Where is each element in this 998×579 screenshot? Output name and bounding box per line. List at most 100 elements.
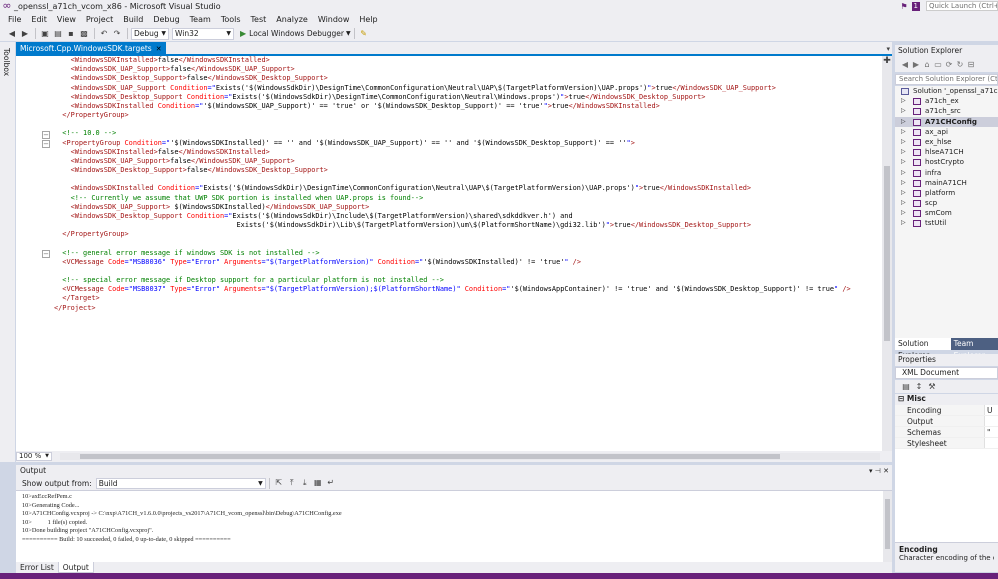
sync-icon[interactable]: ⟳ <box>944 59 954 71</box>
save-icon[interactable]: ▪ <box>65 28 77 40</box>
property-category[interactable]: ⊟ Misc <box>895 394 998 405</box>
project-node[interactable]: ▷ A71CHConfig <box>895 116 998 127</box>
property-row[interactable]: Encoding U <box>895 404 998 416</box>
home-icon[interactable]: ⌂ <box>922 59 932 71</box>
tab-error-list[interactable]: Error List <box>16 562 58 573</box>
code-editor[interactable]: − − − <WindowsSDKInstalled>false</Window… <box>16 56 882 451</box>
tab-output[interactable]: Output <box>57 562 94 573</box>
categorized-icon[interactable]: ▤ <box>900 381 912 393</box>
menu-window[interactable]: Window <box>313 15 355 24</box>
menu-edit[interactable]: Edit <box>26 15 52 24</box>
zoom-select[interactable]: 100 % ▼ <box>16 452 52 461</box>
expand-icon[interactable]: ▷ <box>901 178 906 188</box>
property-row[interactable]: Schemas " <box>895 426 998 438</box>
editor-vertical-scrollbar[interactable]: ✚ <box>882 56 892 451</box>
project-node[interactable]: ▷ scp <box>895 198 998 208</box>
property-row[interactable]: Stylesheet <box>895 437 998 449</box>
feedback-flag-icon[interactable]: ⚑ <box>901 2 909 11</box>
split-editor-icon[interactable]: ✚ <box>882 56 892 66</box>
output-source-select[interactable]: Build ▼ <box>95 477 266 489</box>
expand-icon[interactable]: ▷ <box>901 96 906 106</box>
browser-link-icon[interactable]: ✎ <box>358 28 370 40</box>
close-icon[interactable]: ✕ <box>156 42 162 56</box>
expand-icon[interactable]: ▷ <box>901 106 906 116</box>
pin-icon[interactable]: ⊣ <box>875 467 881 475</box>
expand-icon[interactable]: ▷ <box>901 218 906 228</box>
forward-icon[interactable]: ▶ <box>19 28 31 40</box>
output-text-area[interactable]: 10>axEccRefPem.c 10>Generating Code... 10>… <box>16 490 892 563</box>
collapse-icon[interactable]: − <box>42 131 50 139</box>
output-scroll-thumb[interactable] <box>885 499 890 549</box>
start-debugging-button[interactable]: ▶ Local Windows Debugger ▼ <box>240 29 351 38</box>
properties-object-select[interactable]: XML Document <box>895 367 998 379</box>
open-file-icon[interactable]: ▤ <box>52 28 64 40</box>
menu-team[interactable]: Team <box>185 15 216 24</box>
solution-configuration-select[interactable]: Debug ▼ <box>131 27 169 40</box>
redo-icon[interactable]: ↷ <box>111 28 123 40</box>
close-icon[interactable]: ✕ <box>883 467 889 475</box>
property-row[interactable]: Output <box>895 415 998 427</box>
next-message-icon[interactable]: ⤓ <box>299 477 311 489</box>
expand-icon[interactable]: ▷ <box>901 188 906 198</box>
go-to-message-icon[interactable]: ⇱ <box>273 477 285 489</box>
tab-solution-explorer[interactable]: Solution Explorer <box>895 338 951 360</box>
project-node[interactable]: ▷ smCom <box>895 208 998 218</box>
expand-icon[interactable]: ▷ <box>901 137 906 147</box>
project-node[interactable]: ▷ infra <box>895 168 998 178</box>
new-project-icon[interactable]: ▣ <box>39 28 51 40</box>
refresh-icon[interactable]: ↻ <box>955 59 965 71</box>
solution-platform-select[interactable]: Win32 ▼ <box>172 27 234 40</box>
project-node[interactable]: ▷ platform <box>895 188 998 198</box>
document-tab[interactable]: Microsoft.Cpp.WindowsSDK.targets ✕ <box>16 42 166 56</box>
notification-badge[interactable]: 1 <box>911 1 920 11</box>
menu-tools[interactable]: Tools <box>216 15 246 24</box>
collapse-all-icon[interactable]: ⊟ <box>966 59 976 71</box>
project-node[interactable]: ▷ hlseA71CH <box>895 147 998 157</box>
menu-file[interactable]: File <box>3 15 26 24</box>
switch-views-icon[interactable]: ▭ <box>933 59 943 71</box>
expand-icon[interactable]: ▷ <box>901 147 906 157</box>
collapse-icon[interactable]: − <box>42 140 50 148</box>
alphabetical-icon[interactable]: ↕ <box>913 381 925 393</box>
project-node[interactable]: ▷ ax_api <box>895 127 998 137</box>
project-node[interactable]: ▷ hostCrypto <box>895 157 998 167</box>
project-node[interactable]: ▷ a71ch_ex <box>895 96 998 106</box>
property-pages-icon[interactable]: ⚒ <box>926 381 938 393</box>
word-wrap-icon[interactable]: ↵ <box>325 477 337 489</box>
project-node[interactable]: ▷ a71ch_src <box>895 106 998 116</box>
editor-horizontal-scrollbar[interactable] <box>60 453 880 460</box>
collapse-icon[interactable]: − <box>42 250 50 258</box>
back-icon[interactable]: ◀ <box>6 28 18 40</box>
quick-launch-input[interactable]: Quick Launch (Ctrl+Q) <box>926 1 998 11</box>
expand-icon[interactable]: ▷ <box>901 168 906 178</box>
forward-icon[interactable]: ▶ <box>911 59 921 71</box>
expand-icon[interactable]: ▷ <box>901 208 906 218</box>
solution-explorer-search-input[interactable]: Search Solution Explorer (Ctrl+;) <box>895 74 998 85</box>
tab-team-explorer[interactable]: Team Explorer <box>950 338 998 360</box>
project-node[interactable]: ▷ mainA71CH <box>895 178 998 188</box>
expand-icon[interactable]: ▷ <box>901 198 906 208</box>
save-all-icon[interactable]: ▩ <box>78 28 90 40</box>
editor-scroll-thumb[interactable] <box>884 166 890 341</box>
expand-icon[interactable]: ▷ <box>901 117 906 127</box>
menu-build[interactable]: Build <box>118 15 148 24</box>
menu-analyze[interactable]: Analyze <box>271 15 313 24</box>
clear-all-icon[interactable]: ▦ <box>312 477 324 489</box>
menu-view[interactable]: View <box>52 15 81 24</box>
menu-debug[interactable]: Debug <box>148 15 184 24</box>
back-icon[interactable]: ◀ <box>900 59 910 71</box>
previous-message-icon[interactable]: ⤒ <box>286 477 298 489</box>
expand-icon[interactable]: ▷ <box>901 157 906 167</box>
solution-node[interactable]: Solution '_openssl_a71ch_vcom_x86' <box>895 86 998 96</box>
menu-test[interactable]: Test <box>246 15 272 24</box>
expand-icon[interactable]: ▷ <box>901 127 906 137</box>
undo-icon[interactable]: ↶ <box>98 28 110 40</box>
window-position-icon[interactable]: ▾ <box>869 467 873 475</box>
project-node[interactable]: ▷ ex_hlse <box>895 137 998 147</box>
menu-project[interactable]: Project <box>81 15 118 24</box>
toolbox-tab[interactable]: Toolbox <box>2 48 11 76</box>
project-node[interactable]: ▷ tstUtil <box>895 218 998 228</box>
editor-hscroll-thumb[interactable] <box>80 454 780 459</box>
menu-help[interactable]: Help <box>354 15 382 24</box>
output-vertical-scrollbar[interactable] <box>883 491 892 563</box>
